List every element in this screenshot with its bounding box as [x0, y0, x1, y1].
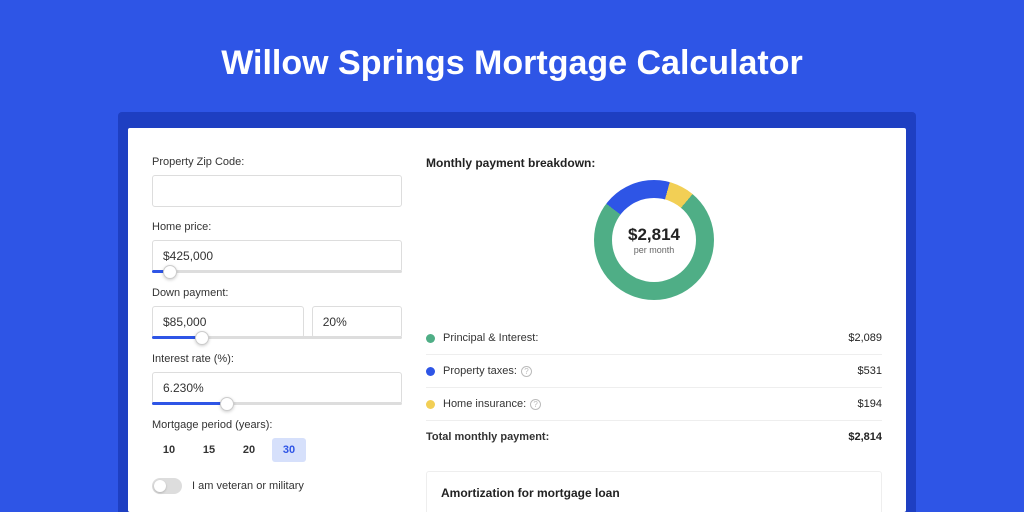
- zip-input[interactable]: [152, 175, 402, 207]
- donut-wrap: $2,814 per month: [426, 180, 882, 300]
- period-option-10[interactable]: 10: [152, 438, 186, 462]
- amortization-card: Amortization for mortgage loan Amortizat…: [426, 471, 882, 512]
- info-icon[interactable]: ?: [521, 366, 532, 377]
- amortization-title: Amortization for mortgage loan: [441, 486, 867, 500]
- down-payment-field: Down payment:: [152, 287, 402, 339]
- breakdown-label: Principal & Interest:: [443, 332, 538, 344]
- period-field: Mortgage period (years): 10152030: [152, 419, 402, 462]
- home-price-field: Home price:: [152, 221, 402, 273]
- down-payment-label: Down payment:: [152, 287, 402, 299]
- rate-label: Interest rate (%):: [152, 353, 402, 365]
- info-icon[interactable]: ?: [530, 399, 541, 410]
- down-payment-slider[interactable]: [152, 336, 402, 339]
- breakdown-row: Principal & Interest: $2,089: [426, 322, 882, 354]
- zip-label: Property Zip Code:: [152, 156, 402, 168]
- veteran-toggle-label: I am veteran or military: [192, 480, 304, 492]
- period-option-15[interactable]: 15: [192, 438, 226, 462]
- home-price-slider[interactable]: [152, 270, 402, 273]
- page-title: Willow Springs Mortgage Calculator: [0, 0, 1024, 107]
- swatch: [426, 400, 435, 409]
- breakdown-title: Monthly payment breakdown:: [426, 156, 882, 170]
- donut-sub: per month: [634, 245, 675, 255]
- calculator-card: Property Zip Code: Home price: Down paym…: [128, 128, 906, 512]
- down-payment-amount-input[interactable]: [152, 306, 304, 338]
- home-price-label: Home price:: [152, 221, 402, 233]
- zip-field: Property Zip Code:: [152, 156, 402, 207]
- swatch: [426, 367, 435, 376]
- breakdown-label: Home insurance:: [443, 398, 526, 410]
- donut-amount: $2,814: [628, 225, 680, 245]
- rate-input[interactable]: [152, 372, 402, 404]
- breakdown-value: $2,089: [848, 332, 882, 344]
- period-label: Mortgage period (years):: [152, 419, 402, 431]
- breakdown-row: Home insurance:? $194: [426, 387, 882, 420]
- breakdown-row: Property taxes:? $531: [426, 354, 882, 387]
- period-option-20[interactable]: 20: [232, 438, 266, 462]
- donut-center: $2,814 per month: [612, 198, 696, 282]
- inputs-column: Property Zip Code: Home price: Down paym…: [152, 156, 402, 512]
- breakdown-label: Property taxes:: [443, 365, 517, 377]
- slider-thumb[interactable]: [195, 331, 209, 345]
- slider-thumb[interactable]: [220, 397, 234, 411]
- slider-thumb[interactable]: [163, 265, 177, 279]
- total-value: $2,814: [848, 431, 882, 443]
- rate-slider[interactable]: [152, 402, 402, 405]
- slider-fill: [152, 402, 227, 405]
- period-option-30[interactable]: 30: [272, 438, 306, 462]
- breakdown-column: Monthly payment breakdown: $2,814 per mo…: [402, 156, 882, 512]
- veteran-toggle[interactable]: [152, 478, 182, 494]
- down-payment-percent-input[interactable]: [312, 306, 402, 338]
- total-label: Total monthly payment:: [426, 431, 549, 443]
- breakdown-value: $194: [858, 398, 882, 410]
- home-price-input[interactable]: [152, 240, 402, 272]
- breakdown-rows: Principal & Interest: $2,089 Property taxe…: [426, 322, 882, 420]
- rate-field: Interest rate (%):: [152, 353, 402, 405]
- period-options: 10152030: [152, 438, 402, 462]
- breakdown-value: $531: [858, 365, 882, 377]
- donut-chart: $2,814 per month: [594, 180, 714, 300]
- breakdown-total-row: Total monthly payment: $2,814: [426, 420, 882, 453]
- veteran-toggle-row: I am veteran or military: [152, 478, 402, 494]
- swatch: [426, 334, 435, 343]
